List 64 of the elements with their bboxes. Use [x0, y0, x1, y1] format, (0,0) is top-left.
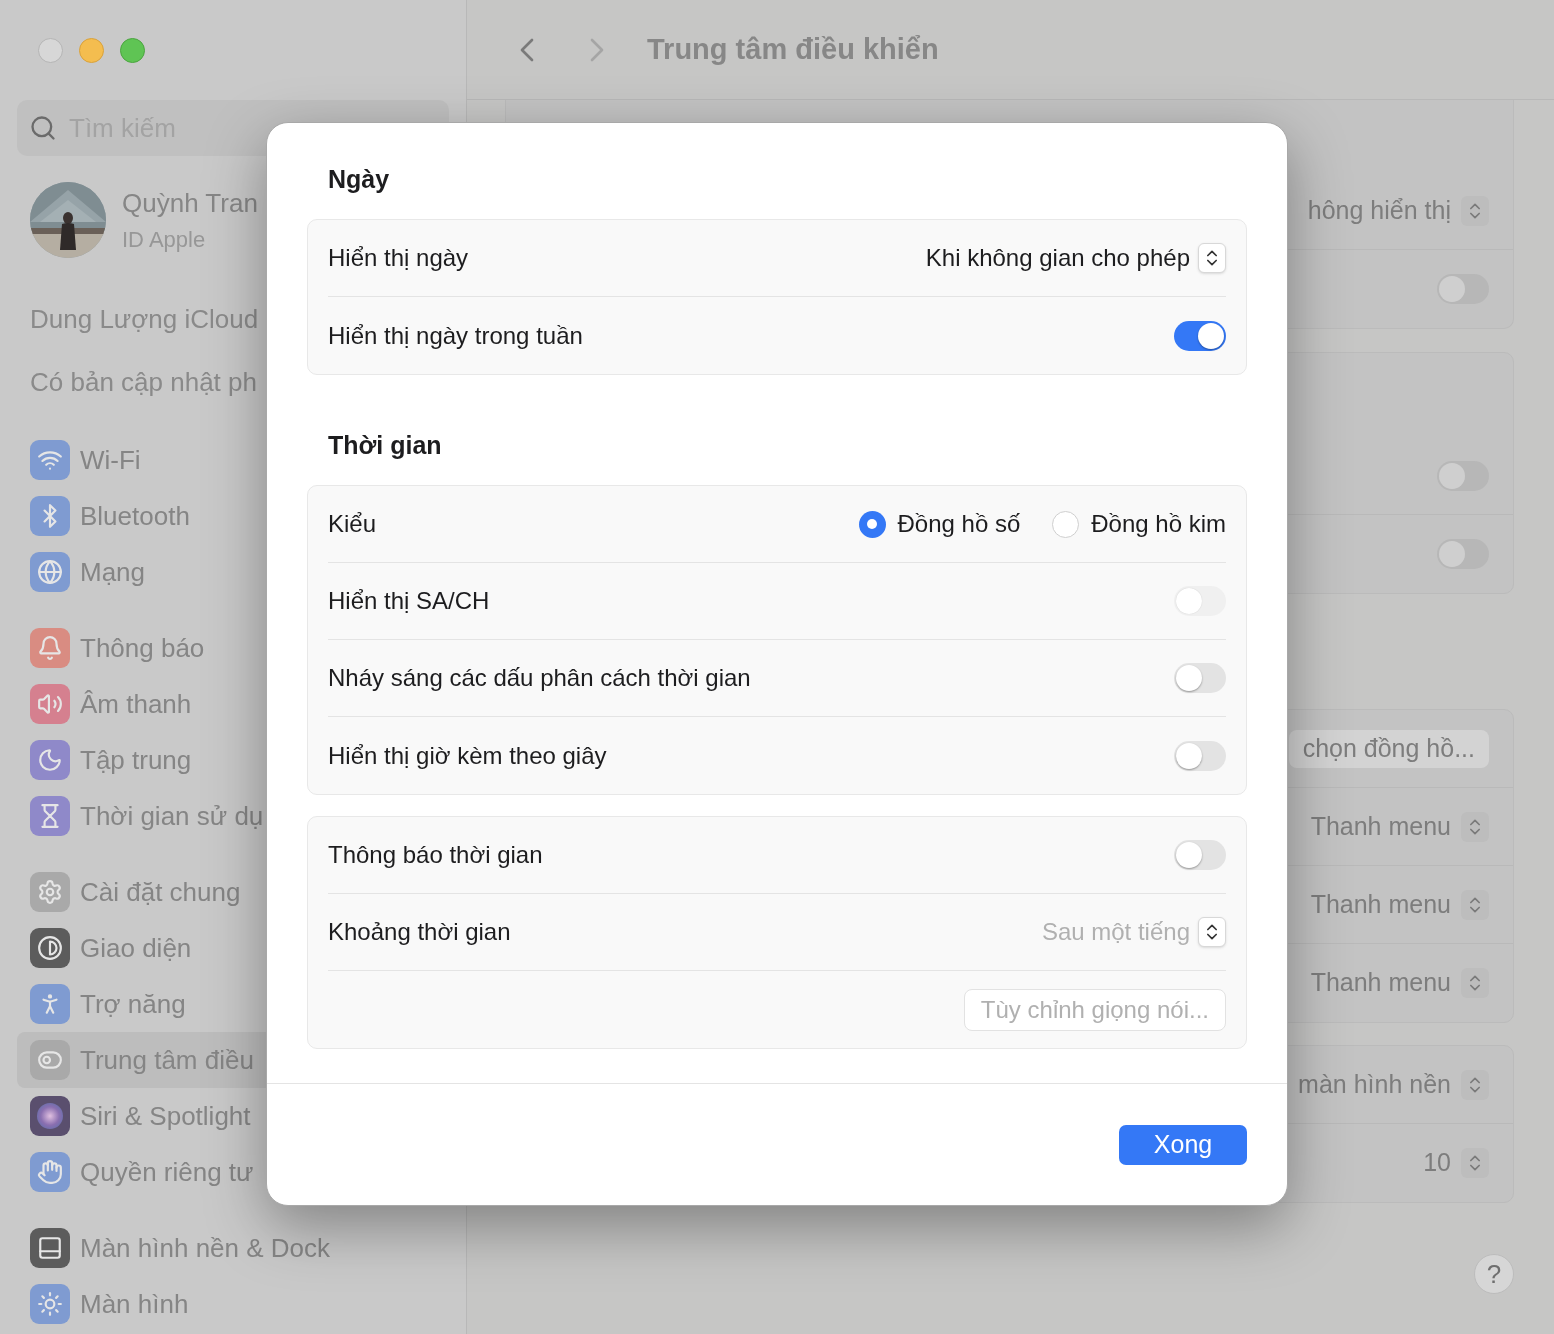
select-value[interactable]: 10 — [1423, 1144, 1451, 1182]
window-title: Trung tâm điều khiển — [647, 31, 939, 67]
stepper-icon — [1461, 968, 1489, 998]
toggle-switch[interactable] — [1437, 460, 1489, 491]
hand-icon — [30, 1152, 70, 1192]
search-icon — [29, 114, 57, 142]
hourglass-icon — [30, 796, 70, 836]
select-value[interactable]: Thanh menu — [1310, 885, 1451, 924]
minimize-window-icon[interactable] — [79, 37, 104, 63]
toggle-switch[interactable] — [1174, 663, 1226, 693]
setting-label: Khoảng thời gian — [328, 917, 511, 947]
select-value[interactable]: Khi không gian cho phép — [925, 240, 1190, 276]
dock-icon — [30, 1228, 70, 1268]
sun-icon — [30, 1284, 70, 1324]
switches-icon — [30, 1040, 70, 1080]
close-window-icon[interactable] — [38, 37, 63, 63]
section-heading: Thời gian — [327, 430, 443, 462]
sidebar-item[interactable]: Siri & Spotlight — [17, 1088, 449, 1144]
bell-icon — [30, 628, 70, 668]
setting-label: Nháy sáng các dấu phân cách thời gian — [328, 663, 751, 693]
setting-label: Hiển thị ngày — [328, 243, 469, 273]
setting-label: Hiển thị ngày trong tuần — [328, 320, 583, 351]
accessibility-icon — [30, 984, 70, 1024]
globe-icon — [30, 552, 70, 592]
stepper-icon — [1461, 811, 1489, 842]
moon-icon — [30, 740, 70, 780]
setting-label: Hiển thị giờ kèm theo giây — [328, 740, 607, 771]
sidebar-item[interactable]: Màn hình nền & Dock — [17, 1220, 449, 1276]
select-value[interactable]: màn hình nền — [1298, 1065, 1451, 1104]
radio-label: Đồng hồ kim — [1091, 509, 1226, 539]
choose-button[interactable]: chọn đồng hồ... — [1288, 729, 1489, 768]
gear-icon — [30, 872, 70, 912]
stepper-icon — [1461, 195, 1489, 226]
toggle-switch[interactable] — [1174, 740, 1226, 771]
setting-label: Hiển thị SA/CH — [328, 586, 490, 616]
help-button[interactable]: ? — [1474, 1254, 1514, 1294]
done-button[interactable]: Xong — [1119, 1124, 1247, 1165]
toggle-switch[interactable] — [1437, 539, 1489, 569]
zoom-window-icon[interactable] — [120, 37, 145, 63]
stepper-icon — [1461, 1069, 1489, 1100]
wifi-icon — [30, 440, 70, 480]
sidebar-item[interactable]: Màn hình — [17, 1276, 449, 1332]
speaker-icon — [30, 684, 70, 724]
toggle-switch[interactable] — [1174, 840, 1226, 870]
stepper-icon — [1461, 889, 1489, 920]
toggle-switch[interactable] — [1174, 320, 1226, 351]
select-value[interactable]: Thanh menu — [1310, 807, 1451, 846]
bluetooth-icon — [30, 496, 70, 536]
stepper-icon — [1198, 917, 1226, 947]
stepper-icon — [1198, 243, 1226, 273]
contrast-icon — [30, 928, 70, 968]
section-heading: Ngày — [327, 164, 391, 196]
stepper-icon — [1461, 1148, 1489, 1178]
radio-label: Đồng hồ số — [897, 509, 1021, 539]
toggle-switch[interactable] — [1437, 274, 1489, 304]
select-value[interactable]: Thanh menu — [1310, 964, 1451, 1002]
radio-button[interactable] — [1052, 510, 1080, 538]
setting-label: Kiểu — [328, 509, 377, 539]
orb-icon — [30, 1096, 70, 1136]
select-value[interactable]: hông hiển thị — [1307, 191, 1451, 230]
radio-button[interactable] — [858, 510, 886, 538]
sidebar-item[interactable]: Quyền riêng tư — [17, 1144, 449, 1200]
sidebar-item[interactable]: Trợ năng — [17, 976, 449, 1032]
account-name: Quỳnh Tran — [122, 187, 258, 220]
